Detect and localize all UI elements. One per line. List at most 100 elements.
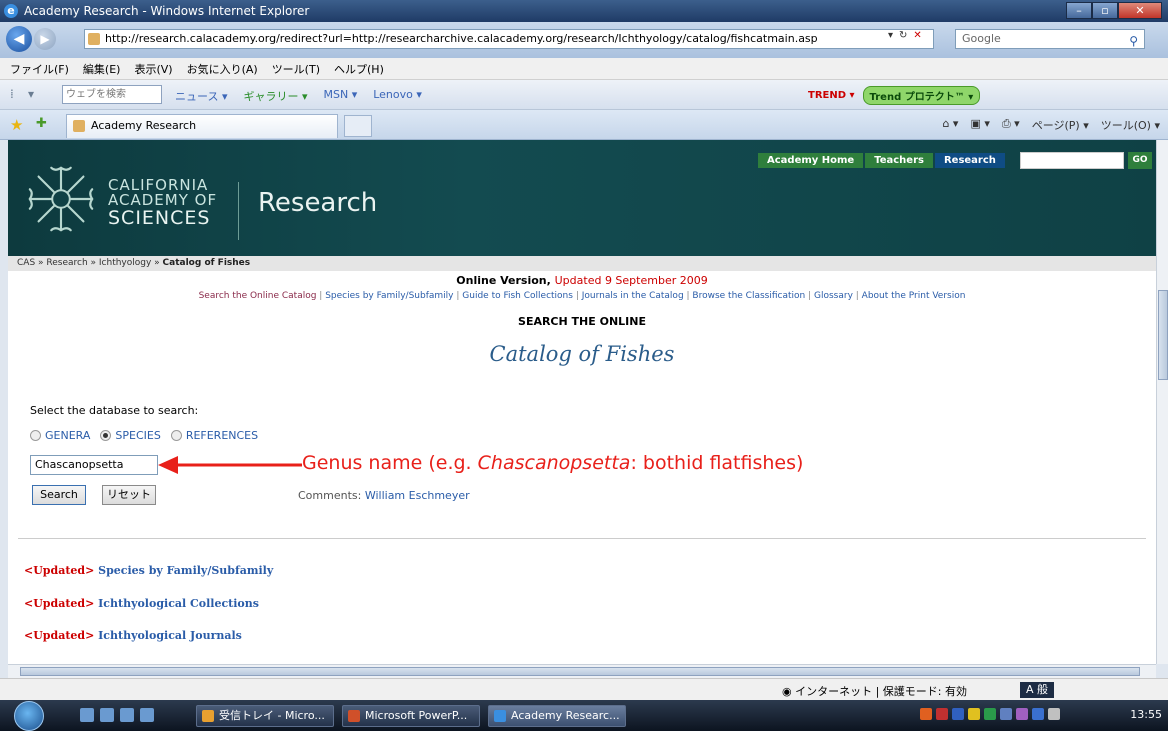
ie-launch-icon[interactable] xyxy=(140,708,154,722)
toolbar-search-input[interactable]: ウェブを検索 xyxy=(62,85,162,104)
toolbar-link-gallery[interactable]: ギャラリー ▾ xyxy=(243,88,307,104)
menu-edit[interactable]: 編集(E) xyxy=(83,61,121,77)
link-browse-classification[interactable]: Browse the Classification xyxy=(692,291,805,301)
tray-icon[interactable] xyxy=(1016,708,1028,720)
trend-button[interactable]: TREND ▾ xyxy=(808,90,855,101)
clock[interactable]: 13:55 xyxy=(1130,708,1162,721)
scrollbar-thumb[interactable] xyxy=(20,667,1140,676)
scrollbar-thumb[interactable] xyxy=(1158,290,1168,380)
show-desktop-icon[interactable] xyxy=(80,708,94,722)
taskbar-label: Microsoft PowerP... xyxy=(365,709,468,722)
print-icon[interactable]: ⎙ ▾ xyxy=(1002,117,1020,133)
database-radio-group: GENERA SPECIES REFERENCES xyxy=(30,429,258,442)
vertical-scrollbar[interactable] xyxy=(1156,140,1168,664)
radio-label: SPECIES xyxy=(115,429,161,442)
search-icon[interactable]: ⚲ xyxy=(1129,32,1138,50)
search-button[interactable]: Search xyxy=(32,485,86,505)
language-bar[interactable]: A 般 xyxy=(1020,682,1055,698)
comments-author-link[interactable]: William Eschmeyer xyxy=(365,489,470,502)
maximize-button[interactable]: ▫ xyxy=(1092,2,1118,19)
link-about-print-version[interactable]: About the Print Version xyxy=(862,291,966,301)
refresh-icon[interactable]: ↻ xyxy=(899,30,907,41)
tray-icon[interactable] xyxy=(968,708,980,720)
menu-file[interactable]: ファイル(F) xyxy=(10,61,69,77)
tray-icon[interactable] xyxy=(1000,708,1012,720)
tab-bar: ★ ✚ Academy Research ⌂ ▾ ▣ ▾ ⎙ ▾ ページ(P) … xyxy=(0,110,1168,140)
divider xyxy=(18,538,1146,539)
radio-species[interactable]: SPECIES xyxy=(100,429,161,442)
site-search-input[interactable] xyxy=(1020,152,1124,169)
menu-tools[interactable]: ツール(T) xyxy=(272,61,320,77)
section-title: Research xyxy=(258,188,378,218)
link-ichthyological-journals[interactable]: Ichthyological Journals xyxy=(98,629,242,642)
media-icon[interactable] xyxy=(120,708,134,722)
toolbar-link-msn[interactable]: MSN ▾ xyxy=(324,88,358,104)
nav-academy-home[interactable]: Academy Home xyxy=(758,153,864,168)
site-search-go-button[interactable]: GO xyxy=(1128,152,1152,169)
radio-dot-selected[interactable] xyxy=(100,430,112,441)
url-text: http://research.calacademy.org/redirect?… xyxy=(105,32,818,45)
toolbar-link-news[interactable]: ニュース ▾ xyxy=(175,88,227,104)
toolbar-grip-icon: ⁞ xyxy=(10,87,14,101)
menu-favorites[interactable]: お気に入り(A) xyxy=(187,61,258,77)
radio-references[interactable]: REFERENCES xyxy=(170,429,258,442)
nav-teachers[interactable]: Teachers xyxy=(865,153,933,168)
new-tab-button[interactable] xyxy=(344,115,372,137)
nav-research[interactable]: Research xyxy=(934,153,1005,168)
link-search-online-catalog[interactable]: Search the Online Catalog xyxy=(199,291,317,301)
tools-menu[interactable]: ツール(O) ▾ xyxy=(1101,117,1160,133)
feeds-icon[interactable]: ▣ ▾ xyxy=(970,117,989,133)
tray-icon[interactable] xyxy=(920,708,932,720)
reset-button[interactable]: リセット xyxy=(102,485,156,505)
radio-genera[interactable]: GENERA xyxy=(30,429,90,442)
link-species-by-family[interactable]: Species by Family/Subfamily xyxy=(325,291,453,301)
taskbar-item-academy-research[interactable]: Academy Researc... xyxy=(488,705,626,727)
search-term-input[interactable]: Chascanopsetta xyxy=(30,455,158,475)
breadcrumb-path[interactable]: CAS » Research » Ichthyology » xyxy=(17,258,163,268)
back-button[interactable]: ◀ xyxy=(6,26,32,52)
link-glossary[interactable]: Glossary xyxy=(814,291,853,301)
tray-icon[interactable] xyxy=(952,708,964,720)
stop-icon[interactable]: ✕ xyxy=(913,30,921,41)
taskbar-item-inbox[interactable]: 受信トレイ - Micro... xyxy=(196,705,334,727)
window-titlebar: e Academy Research - Windows Internet Ex… xyxy=(0,0,1168,22)
add-favorite-icon[interactable]: ✚ xyxy=(36,116,47,131)
tab-academy-research[interactable]: Academy Research xyxy=(66,114,338,138)
minimize-button[interactable]: – xyxy=(1066,2,1092,19)
annotation-arrow-icon xyxy=(158,456,302,474)
page-menu[interactable]: ページ(P) ▾ xyxy=(1032,117,1089,133)
quick-launch xyxy=(80,708,154,722)
link-ichthyological-collections[interactable]: Ichthyological Collections xyxy=(98,597,259,610)
page-viewport: CALIFORNIA ACADEMY OF SCIENCES Research … xyxy=(8,140,1156,664)
link-journals-in-catalog[interactable]: Journals in the Catalog xyxy=(582,291,684,301)
trend-protect-button[interactable]: Trend プロテクト™ ▾ xyxy=(862,86,981,105)
zone-text: インターネット | 保護モード: 有効 xyxy=(795,685,968,698)
toolbar-link-lenovo[interactable]: Lenovo ▾ xyxy=(373,88,422,104)
menu-help[interactable]: ヘルプ(H) xyxy=(334,61,384,77)
cas-logo-icon xyxy=(28,166,94,232)
tray-icon[interactable] xyxy=(936,708,948,720)
radio-dot[interactable] xyxy=(170,430,182,441)
menu-view[interactable]: 表示(V) xyxy=(134,61,172,77)
header-divider xyxy=(238,182,239,240)
start-button[interactable] xyxy=(14,701,44,731)
tray-icon[interactable] xyxy=(984,708,996,720)
volume-icon[interactable] xyxy=(1048,708,1060,720)
switch-windows-icon[interactable] xyxy=(100,708,114,722)
system-tray xyxy=(920,708,1060,720)
favorites-star-icon[interactable]: ★ xyxy=(10,116,23,134)
url-input[interactable]: http://research.calacademy.org/redirect?… xyxy=(84,29,934,49)
close-button[interactable]: ✕ xyxy=(1118,2,1162,19)
radio-dot[interactable] xyxy=(30,430,41,441)
security-zone[interactable]: ◉ インターネット | 保護モード: 有効 xyxy=(782,683,967,699)
home-icon[interactable]: ⌂ ▾ xyxy=(942,117,958,133)
network-icon[interactable] xyxy=(1032,708,1044,720)
toolbar-menu-icon[interactable]: ▾ xyxy=(28,87,34,101)
horizontal-scrollbar[interactable] xyxy=(8,664,1156,678)
link-species-family-subfamily[interactable]: Species by Family/Subfamily xyxy=(98,564,273,577)
link-guide-fish-collections[interactable]: Guide to Fish Collections xyxy=(462,291,573,301)
web-search-input[interactable]: Google ⚲ xyxy=(955,29,1145,49)
forward-button[interactable]: ▶ xyxy=(34,28,56,50)
taskbar-item-powerpoint[interactable]: Microsoft PowerP... xyxy=(342,705,480,727)
dropdown-arrow-icon[interactable]: ▾ xyxy=(888,30,893,41)
